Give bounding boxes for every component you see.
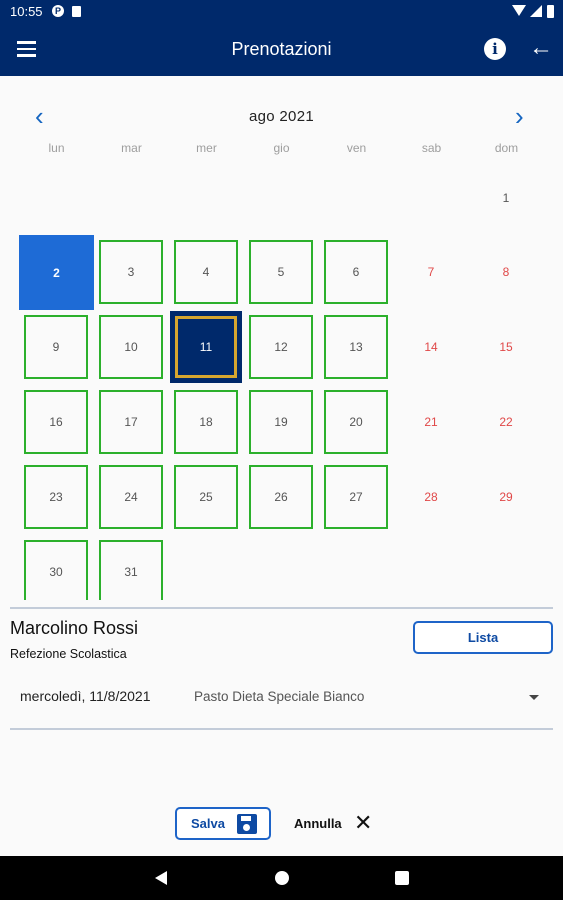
meal-type-dropdown[interactable]: mercoledì, 11/8/2021 Pasto Dieta Special… [10, 676, 553, 720]
calendar-day[interactable]: 6 [324, 240, 388, 304]
page-title: Prenotazioni [231, 39, 332, 59]
calendar-day[interactable]: 10 [99, 315, 163, 379]
weekday-label: ven [346, 141, 367, 155]
weekday-label: sab [421, 141, 442, 155]
weekday-label: lun [48, 141, 65, 155]
service-name: Refezione Scolastica [10, 647, 127, 661]
info-icon[interactable]: i [484, 38, 506, 60]
weekday-label: mer [196, 141, 217, 155]
calendar-day[interactable]: 4 [174, 240, 238, 304]
calendar-day-weekend[interactable]: 14 [399, 315, 463, 379]
calendar-day[interactable]: 30 [24, 540, 88, 600]
weekday-label: dom [494, 141, 519, 155]
battery-icon [547, 5, 554, 18]
calendar-day[interactable]: 3 [99, 240, 163, 304]
calendar-day-weekend[interactable]: 29 [474, 465, 538, 529]
calendar-day-weekend[interactable]: 15 [474, 315, 538, 379]
nav-home-icon[interactable] [275, 871, 289, 885]
status-bar: 10:55 P [0, 0, 563, 24]
divider [10, 607, 553, 609]
floppy-disk-icon [237, 814, 257, 834]
calendar-day-selected[interactable]: 11 [170, 311, 242, 383]
calendar-day[interactable]: 9 [24, 315, 88, 379]
save-button[interactable]: Salva [175, 807, 271, 840]
calendar-day[interactable]: 18 [174, 390, 238, 454]
calendar-day-weekend[interactable]: 7 [399, 240, 463, 304]
calendar-day[interactable]: 23 [24, 465, 88, 529]
weekday-label: mar [121, 141, 142, 155]
student-name: Marcolino Rossi [10, 618, 139, 638]
calendar-day[interactable]: 1 [474, 180, 538, 230]
wifi-icon [512, 5, 526, 16]
weekday-label: gio [273, 141, 290, 155]
back-arrow-icon[interactable]: ← [529, 34, 553, 62]
status-time: 10:55 [10, 4, 43, 19]
calendar-day-weekend[interactable]: 8 [474, 240, 538, 304]
nav-back-icon[interactable] [155, 871, 167, 885]
calendar-day-weekend[interactable]: 21 [399, 390, 463, 454]
save-button-label: Salva [191, 816, 225, 831]
calendar-day[interactable]: 31 [99, 540, 163, 600]
divider [10, 728, 553, 730]
signal-icon [530, 5, 542, 17]
calendar-day[interactable]: 19 [249, 390, 313, 454]
cancel-button[interactable]: Annulla ✕ [294, 810, 380, 836]
calendar-day-today[interactable]: 2 [19, 235, 94, 310]
nav-recents-icon[interactable] [395, 871, 409, 885]
calendar-day[interactable]: 16 [24, 390, 88, 454]
month-label: ago 2021 [249, 108, 314, 125]
calendar-day[interactable]: 20 [324, 390, 388, 454]
calendar-grid: 1 2 3 4 5 6 7 8 9 10 11 12 13 14 15 16 1… [0, 180, 563, 600]
calendar-day[interactable]: 26 [249, 465, 313, 529]
cancel-button-label: Annulla [294, 816, 342, 831]
dropdown-arrow-icon [529, 695, 539, 700]
calendar-day[interactable]: 27 [324, 465, 388, 529]
calendar-day-weekend[interactable]: 22 [474, 390, 538, 454]
calendar-day[interactable]: 5 [249, 240, 313, 304]
calendar-day[interactable]: 12 [249, 315, 313, 379]
system-navigation-bar [0, 856, 563, 900]
calendar-day-weekend[interactable]: 28 [399, 465, 463, 529]
next-month-icon[interactable]: › [515, 103, 524, 129]
close-icon: ✕ [354, 810, 373, 835]
meal-type-value: Pasto Dieta Speciale Bianco [194, 689, 365, 704]
calendar-day[interactable]: 17 [99, 390, 163, 454]
meal-date: mercoledì, 11/8/2021 [20, 688, 151, 704]
calendar-day[interactable]: 13 [324, 315, 388, 379]
parking-notification-icon: P [52, 5, 64, 17]
sim-card-icon [72, 6, 81, 17]
calendar-day[interactable]: 24 [99, 465, 163, 529]
calendar-day[interactable]: 25 [174, 465, 238, 529]
list-button[interactable]: Lista [413, 621, 553, 654]
app-bar: Prenotazioni i ← [0, 24, 563, 76]
